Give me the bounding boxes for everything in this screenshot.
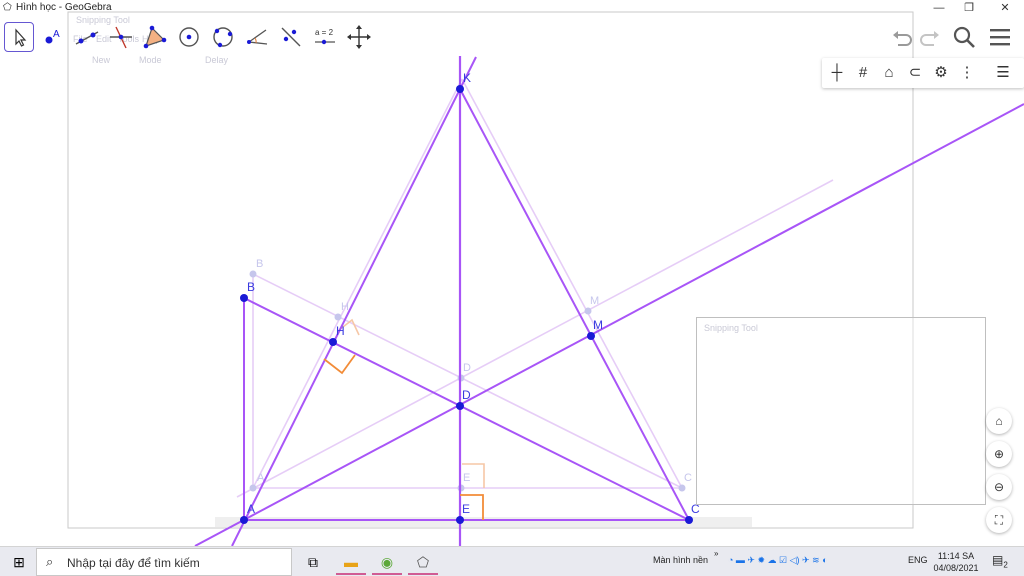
grid-toggle-icon[interactable]: # — [852, 62, 874, 84]
undo-icon[interactable] — [890, 25, 914, 49]
taskbar-clock[interactable]: 11:14 SA 04/08/2021 — [930, 550, 982, 574]
slider-icon: a = 2 — [315, 28, 335, 45]
label-h: H — [336, 324, 345, 338]
reflect-tool[interactable] — [276, 22, 306, 52]
point-tool[interactable]: A — [38, 22, 68, 52]
line-through-points-icon — [75, 31, 99, 45]
point-capturing-icon[interactable]: ⊂ — [904, 62, 926, 84]
point-a — [240, 516, 248, 524]
settings-gear-icon[interactable]: ⚙ — [930, 62, 952, 84]
tray-overflow-icon[interactable]: » — [714, 549, 718, 558]
line-tool[interactable] — [72, 22, 102, 52]
label-a: A — [247, 502, 255, 516]
snipping-tool-window[interactable]: Snipping Tool — [696, 317, 986, 505]
notification-center-icon[interactable]: ▤2 — [992, 553, 1008, 569]
perpendicular-line-icon — [110, 26, 132, 49]
start-windows-icon[interactable]: ⊞ — [4, 549, 34, 575]
notification-count: 2 — [1003, 560, 1008, 570]
label-b: B — [247, 280, 255, 294]
move-tool[interactable] — [4, 22, 34, 52]
search-icon: ⌕ — [46, 554, 54, 569]
svg-text:M: M — [590, 295, 599, 307]
point-k — [456, 85, 464, 93]
svg-text:E: E — [463, 472, 470, 484]
point-h — [329, 338, 337, 346]
zoom-in-button[interactable]: ⊕ — [986, 441, 1012, 467]
perpendicular-line-tool[interactable] — [106, 22, 136, 52]
polygon-tool[interactable] — [140, 22, 170, 52]
clock-time: 11:14 SA — [937, 551, 975, 561]
browser-app-icon[interactable]: ◉ — [372, 549, 402, 575]
desktop-toolbar-label[interactable]: Màn hình nền — [653, 555, 708, 565]
file-explorer-icon[interactable]: ▬ — [336, 549, 366, 575]
point-m — [587, 332, 595, 340]
search-icon[interactable] — [952, 25, 976, 49]
svg-text:D: D — [463, 362, 471, 374]
polygon-icon — [143, 25, 167, 49]
label-e: E — [462, 502, 470, 516]
tray-app-icons[interactable]: ◔ ▬ ✈ ✹ ☁ ☑ ◁) ✈ ≋ ◐ — [728, 555, 828, 566]
home-view-icon[interactable]: ⌂ — [878, 62, 900, 84]
angle-icon — [247, 29, 268, 45]
svg-text:C: C — [684, 472, 692, 484]
toggle-style-bar-icon[interactable]: ☰ — [992, 62, 1014, 84]
axes-toggle-icon[interactable]: ┼ — [826, 62, 848, 84]
graphics-style-bar: ┼ # ⌂ ⊂ ⚙ ⋮ ☰ — [822, 58, 1024, 88]
slider-tool[interactable]: a = 2 — [310, 22, 340, 52]
redo-icon[interactable] — [918, 25, 942, 49]
circle-center-icon — [179, 27, 199, 47]
svg-text:B: B — [256, 258, 263, 270]
move-graphics-view-tool[interactable] — [344, 22, 374, 52]
snipping-tool-title: Snipping Tool — [704, 323, 758, 333]
line-bc — [243, 297, 690, 521]
label-k: K — [463, 71, 471, 85]
label-d: D — [462, 388, 471, 402]
circle-three-points-tool[interactable] — [208, 22, 238, 52]
move-arrows-icon — [347, 25, 371, 49]
geogebra-taskbar-icon[interactable]: ⬠ — [408, 549, 438, 575]
point-b — [240, 294, 248, 302]
circle-three-points-icon — [213, 27, 233, 48]
fullscreen-button[interactable]: ⛶ — [986, 507, 1012, 533]
right-angle-h — [323, 354, 356, 375]
ghost-new-button: New — [92, 55, 111, 65]
svg-text:H: H — [341, 301, 349, 313]
point-a-icon: A — [45, 29, 60, 44]
angle-tool[interactable] — [242, 22, 272, 52]
home-zoom-button[interactable]: ⌂ — [986, 408, 1012, 434]
point-d — [456, 402, 464, 410]
ghost-mode-button: Mode — [139, 55, 162, 65]
line-ak — [231, 56, 477, 546]
points[interactable] — [240, 85, 693, 524]
cursor-arrow-icon — [15, 28, 27, 47]
reflect-about-line-icon — [281, 27, 301, 47]
point-labels: K B H M D A E C — [247, 71, 700, 516]
geogebra-app: ⬠ Hình học - GeoGebra — ❐ ✕ B H M D E C … — [0, 0, 1024, 576]
task-view-icon[interactable]: ⧉ — [298, 549, 328, 575]
taskbar-search-box[interactable]: ⌕ Nhập tại đây để tìm kiếm — [36, 548, 292, 576]
windows-taskbar: ⊞ ⌕ Nhập tại đây để tìm kiếm ⧉ ▬ ◉ ⬠ Màn… — [0, 546, 1024, 576]
zoom-out-button[interactable]: ⊖ — [986, 474, 1012, 500]
label-m: M — [593, 318, 603, 332]
circle-center-point-tool[interactable] — [174, 22, 204, 52]
point-c — [685, 516, 693, 524]
ghost-delay-button: Delay — [205, 55, 229, 65]
line-kc — [459, 88, 690, 521]
more-options-icon[interactable]: ⋮ — [956, 62, 978, 84]
point-e — [456, 516, 464, 524]
search-placeholder: Nhập tại đây để tìm kiếm — [67, 556, 200, 570]
svg-text:a = 2: a = 2 — [315, 28, 334, 37]
language-indicator[interactable]: ENG — [908, 555, 928, 565]
svg-text:A: A — [53, 29, 60, 40]
clock-date: 04/08/2021 — [933, 563, 979, 573]
main-menu-icon[interactable] — [988, 26, 1012, 48]
